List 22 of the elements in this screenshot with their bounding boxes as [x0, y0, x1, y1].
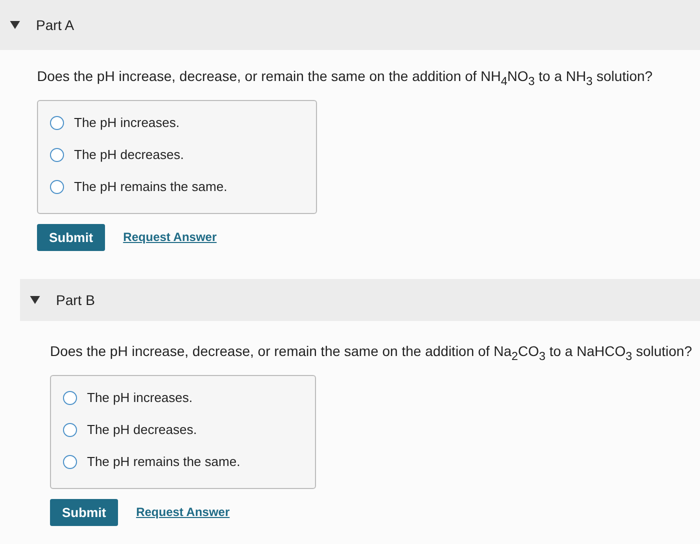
question-text: Does the pH increase, decrease, or remain the same on the addition of Na$_{2}$CO$_{3}$ to a NaHCO$_{3}$ solution?: [50, 342, 694, 363]
section-title: Part A: [36, 17, 74, 33]
submit-button[interactable]: Submit: [37, 224, 106, 251]
section-header[interactable]: Part A: [0, 0, 700, 50]
question-text: Does the pH increase, decrease, or remain the same on the addition of NH$_{4}$NO$_{3}$ to a NH$_{3}$ solution?: [37, 68, 654, 88]
radio-button[interactable]: [50, 116, 64, 130]
option-label: The pH decreases.: [74, 147, 184, 162]
request-answer-link[interactable]: Request Answer: [123, 230, 217, 244]
radio-button[interactable]: [50, 180, 64, 194]
radio-button[interactable]: [63, 422, 77, 437]
option-label: The pH remains the same.: [74, 179, 228, 194]
radio-button[interactable]: [63, 390, 77, 405]
radio-button[interactable]: [50, 148, 64, 162]
submit-button[interactable]: Submit: [50, 498, 118, 526]
option-label: The pH remains the same.: [87, 454, 240, 470]
option-label: The pH decreases.: [87, 422, 197, 438]
radio-button[interactable]: [63, 454, 77, 469]
request-answer-link[interactable]: Request Answer: [136, 505, 230, 520]
option-label: The pH increases.: [74, 115, 180, 130]
option-label: The pH increases.: [87, 390, 192, 406]
section-header[interactable]: Part B: [20, 278, 700, 321]
section-title: Part B: [56, 292, 95, 308]
